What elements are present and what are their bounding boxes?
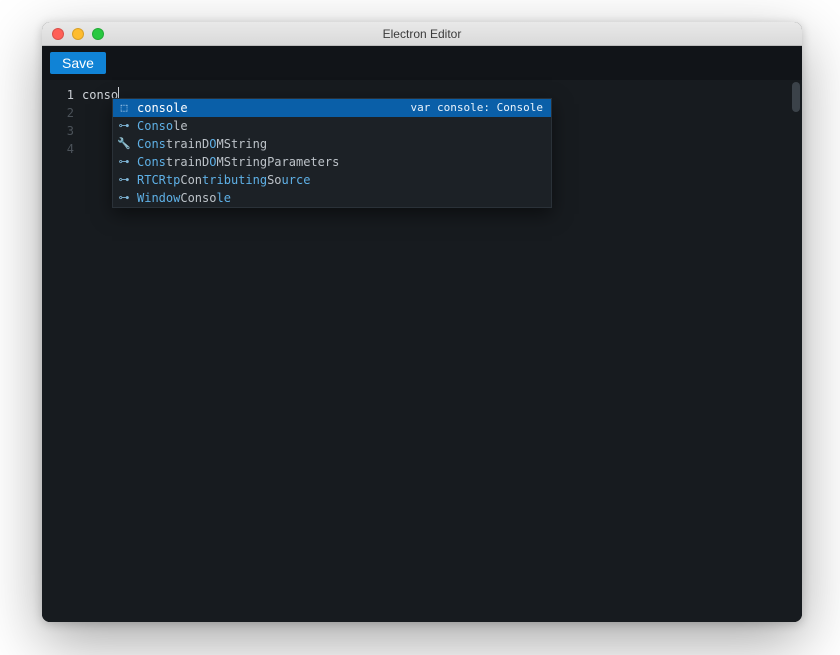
titlebar[interactable]: Electron Editor (42, 22, 802, 46)
autocomplete-item[interactable]: 🔧 ConstrainDOMString (113, 135, 551, 153)
line-number: 1 (42, 86, 74, 104)
autocomplete-label: WindowConsole (137, 189, 231, 207)
method-icon: 🔧 (117, 135, 131, 153)
autocomplete-label: ConstrainDOMString (137, 135, 267, 153)
autocomplete-detail: var console: Console (411, 99, 543, 117)
autocomplete-popup[interactable]: ⬚ console var console: Console ⊶ Console 🔧 Con… (112, 98, 552, 208)
autocomplete-label: Console (137, 117, 188, 135)
line-number: 4 (42, 140, 74, 158)
autocomplete-item[interactable]: ⊶ ConstrainDOMStringParameters (113, 153, 551, 171)
scrollbar-track[interactable] (790, 80, 800, 622)
autocomplete-item[interactable]: ⬚ console var console: Console (113, 99, 551, 117)
class-icon: ⊶ (117, 153, 131, 171)
class-icon: ⊶ (117, 117, 131, 135)
autocomplete-label: RTCRtpContributingSource (137, 171, 310, 189)
autocomplete-label: ConstrainDOMStringParameters (137, 153, 339, 171)
window-title: Electron Editor (42, 27, 802, 41)
line-number: 3 (42, 122, 74, 140)
code-area[interactable]: conso ⬚consolevar console: Console⊶Conso… (82, 80, 802, 622)
autocomplete-item[interactable]: ⊶ WindowConsole (113, 189, 551, 207)
variable-icon: ⬚ (117, 99, 131, 117)
line-number: 2 (42, 104, 74, 122)
autocomplete-label: console (137, 99, 188, 117)
class-icon: ⊶ (117, 171, 131, 189)
autocomplete-item[interactable]: ⊶ RTCRtpContributingSource (113, 171, 551, 189)
autocomplete-item[interactable]: ⊶ Console (113, 117, 551, 135)
toolbar: Save (42, 46, 802, 80)
line-gutter: 1234 (42, 80, 82, 622)
editor[interactable]: 1234 conso ⬚consolevar console: Console⊶… (42, 80, 802, 622)
class-icon: ⊶ (117, 189, 131, 207)
scrollbar-thumb[interactable] (792, 82, 800, 112)
save-button[interactable]: Save (50, 52, 106, 74)
app-window: Electron Editor Save 1234 conso ⬚console… (42, 22, 802, 622)
